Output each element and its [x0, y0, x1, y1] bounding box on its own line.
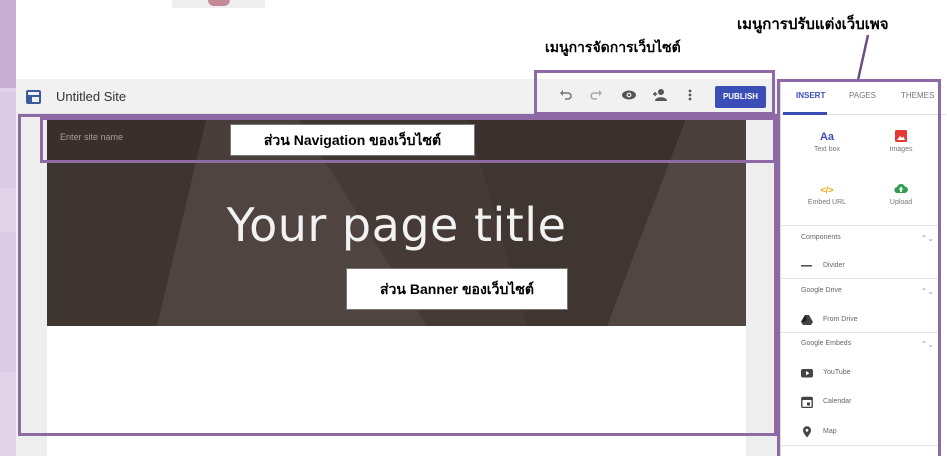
site-title[interactable]: Untitled Site [56, 89, 126, 104]
annotation-navigation-section: ส่วน Navigation ของเว็บไซต์ [230, 124, 475, 156]
annotation-frame-customize-menu [777, 79, 941, 456]
site-layout-icon[interactable] [26, 90, 41, 104]
annotation-banner-section: ส่วน Banner ของเว็บไซต์ [346, 268, 568, 310]
annotation-frame-site-menu [534, 70, 775, 115]
pointer-line-customize [856, 34, 870, 81]
